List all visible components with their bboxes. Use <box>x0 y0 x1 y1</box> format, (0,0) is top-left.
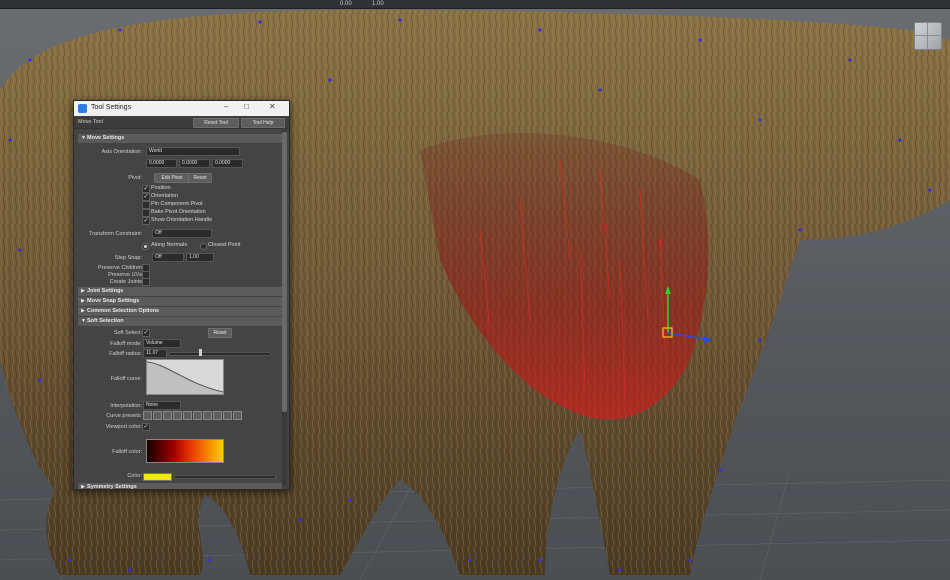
section-label: Joint Settings <box>87 288 124 294</box>
pin-component-pivot-checkbox[interactable] <box>142 201 150 209</box>
falloff-radius-field[interactable]: 11.07 <box>143 349 167 358</box>
curve-preset-icon[interactable] <box>153 411 162 420</box>
expand-arrow-icon: ▼ <box>81 135 86 141</box>
preserve-uvs-label: Preserve UVs <box>108 272 142 278</box>
curve-preset-icon[interactable] <box>213 411 222 420</box>
expand-arrow-icon: ▶ <box>81 308 85 314</box>
tool-settings-window: Tool Settings – □ ✕ Move Tool Reset Tool… <box>73 100 290 490</box>
falloff-mode-dropdown[interactable]: Volume <box>143 339 181 348</box>
section-move-settings[interactable]: ▼ Move Settings <box>78 134 282 143</box>
window-titlebar: Tool Settings – □ ✕ <box>74 101 289 116</box>
along-normals-radio[interactable] <box>142 243 149 250</box>
viewport-color-label: Viewport color: <box>105 424 142 430</box>
color-label: Color: <box>127 473 142 479</box>
color-swatch[interactable] <box>143 473 172 481</box>
orientation-checkbox[interactable]: ✓ <box>142 193 150 201</box>
falloff-radius-label: Falloff radius: <box>109 351 142 357</box>
pivot-label: Pivot: <box>128 175 142 181</box>
maximize-icon[interactable]: □ <box>244 102 249 111</box>
color-slider[interactable] <box>174 475 276 479</box>
create-joints-label: Create Joints <box>109 279 142 285</box>
curve-preset-icon[interactable] <box>183 411 192 420</box>
reset-tool-button[interactable]: Reset Tool <box>193 118 239 128</box>
section-label: Common Selection Options <box>87 308 160 314</box>
expand-arrow-icon: ▼ <box>81 318 86 324</box>
falloff-color-label: Falloff color: <box>112 449 142 455</box>
expand-arrow-icon: ▶ <box>81 298 85 304</box>
soft-reset-button[interactable]: Reset <box>208 328 232 338</box>
falloff-radius-slider-handle[interactable] <box>199 349 202 356</box>
section-move-snap[interactable]: ▶ Move Snap Settings <box>78 297 282 306</box>
minimize-icon[interactable]: – <box>224 102 228 111</box>
tool-name: Move Tool <box>78 119 103 125</box>
viewcube-icon[interactable] <box>914 22 942 50</box>
transform-constraint-dropdown[interactable]: Off <box>152 229 212 238</box>
scrollbar-thumb[interactable] <box>282 132 287 412</box>
position-label: Position <box>151 185 171 191</box>
pin-component-pivot-label: Pin Component Pivot <box>151 201 203 207</box>
window-scrollbar[interactable] <box>282 130 287 485</box>
curve-preset-icon[interactable] <box>163 411 172 420</box>
show-orientation-handle-checkbox[interactable]: ✓ <box>142 217 150 225</box>
falloff-mode-label: Falloff mode: <box>110 341 142 347</box>
orientation-label: Orientation <box>151 193 178 199</box>
step-snap-label: Step Snap: <box>114 255 142 261</box>
falloff-curve-graph <box>146 361 224 394</box>
soft-select-label: Soft Select: <box>113 330 142 336</box>
transform-constraint-label: Transform Constraint: <box>89 231 142 237</box>
falloff-curve-editor[interactable] <box>146 359 224 395</box>
tool-header-row: Move Tool Reset Tool Tool Help <box>74 116 289 129</box>
curve-preset-icon[interactable] <box>223 411 232 420</box>
closest-point-radio[interactable] <box>200 243 207 250</box>
curve-preset-icon[interactable] <box>233 411 242 420</box>
section-label: Symmetry Settings <box>87 484 137 490</box>
section-symmetry[interactable]: ▶ Symmetry Settings <box>78 483 282 490</box>
expand-arrow-icon: ▶ <box>81 288 85 294</box>
z-field[interactable]: 0.0000 <box>212 159 243 168</box>
axis-orientation-dropdown[interactable]: World <box>146 147 240 156</box>
section-label: Move Snap Settings <box>87 298 140 304</box>
preserve-children-label: Preserve Children <box>97 265 142 271</box>
along-normals-label: Along Normals <box>151 242 188 248</box>
section-soft-selection[interactable]: ▼ Soft Selection <box>78 317 282 326</box>
maya-app-icon <box>78 104 87 113</box>
curve-preset-icon[interactable] <box>193 411 202 420</box>
edit-pivot-button[interactable]: Edit Pivot <box>154 173 190 183</box>
reset-pivot-button[interactable]: Reset <box>188 173 212 183</box>
axis-orientation-label: Axis Orientation: <box>101 149 142 155</box>
close-icon[interactable]: ✕ <box>269 102 276 111</box>
x-field[interactable]: 0.0000 <box>146 159 177 168</box>
curve-presets-label: Curve presets: <box>106 413 142 419</box>
section-label: Move Settings <box>87 135 125 141</box>
show-orientation-handle-label: Show Orientation Handle <box>151 217 213 223</box>
expand-arrow-icon: ▶ <box>81 484 85 490</box>
interpolation-dropdown[interactable]: None <box>143 401 181 410</box>
section-label: Soft Selection <box>87 318 124 324</box>
curve-preset-icon[interactable] <box>203 411 212 420</box>
section-joint-settings[interactable]: ▶ Joint Settings <box>78 287 282 296</box>
tool-help-button[interactable]: Tool Help <box>241 118 285 128</box>
y-field[interactable]: 0.0000 <box>179 159 210 168</box>
falloff-curve-label: Falloff curve: <box>110 376 142 382</box>
step-snap-dropdown[interactable]: Off <box>152 253 184 262</box>
step-snap-field[interactable]: 1.00 <box>186 253 214 262</box>
curve-preset-icon[interactable] <box>143 411 152 420</box>
closest-point-label: Closest Point <box>208 242 241 248</box>
position-checkbox[interactable]: ✓ <box>142 185 150 193</box>
bake-pivot-checkbox[interactable] <box>142 209 150 217</box>
bake-pivot-label: Bake Pivot Orientation <box>151 209 206 215</box>
curve-preset-icon[interactable] <box>173 411 182 420</box>
section-common-selection[interactable]: ▶ Common Selection Options <box>78 307 282 316</box>
soft-select-checkbox[interactable]: ✓ <box>142 329 150 337</box>
create-joints-checkbox[interactable] <box>142 278 150 286</box>
falloff-radius-slider[interactable] <box>169 352 271 356</box>
falloff-color-ramp[interactable] <box>146 439 224 463</box>
viewport-color-checkbox[interactable]: ✓ <box>142 423 150 431</box>
window-title: Tool Settings <box>91 104 132 111</box>
interpolation-label: Interpolation: <box>110 403 142 409</box>
